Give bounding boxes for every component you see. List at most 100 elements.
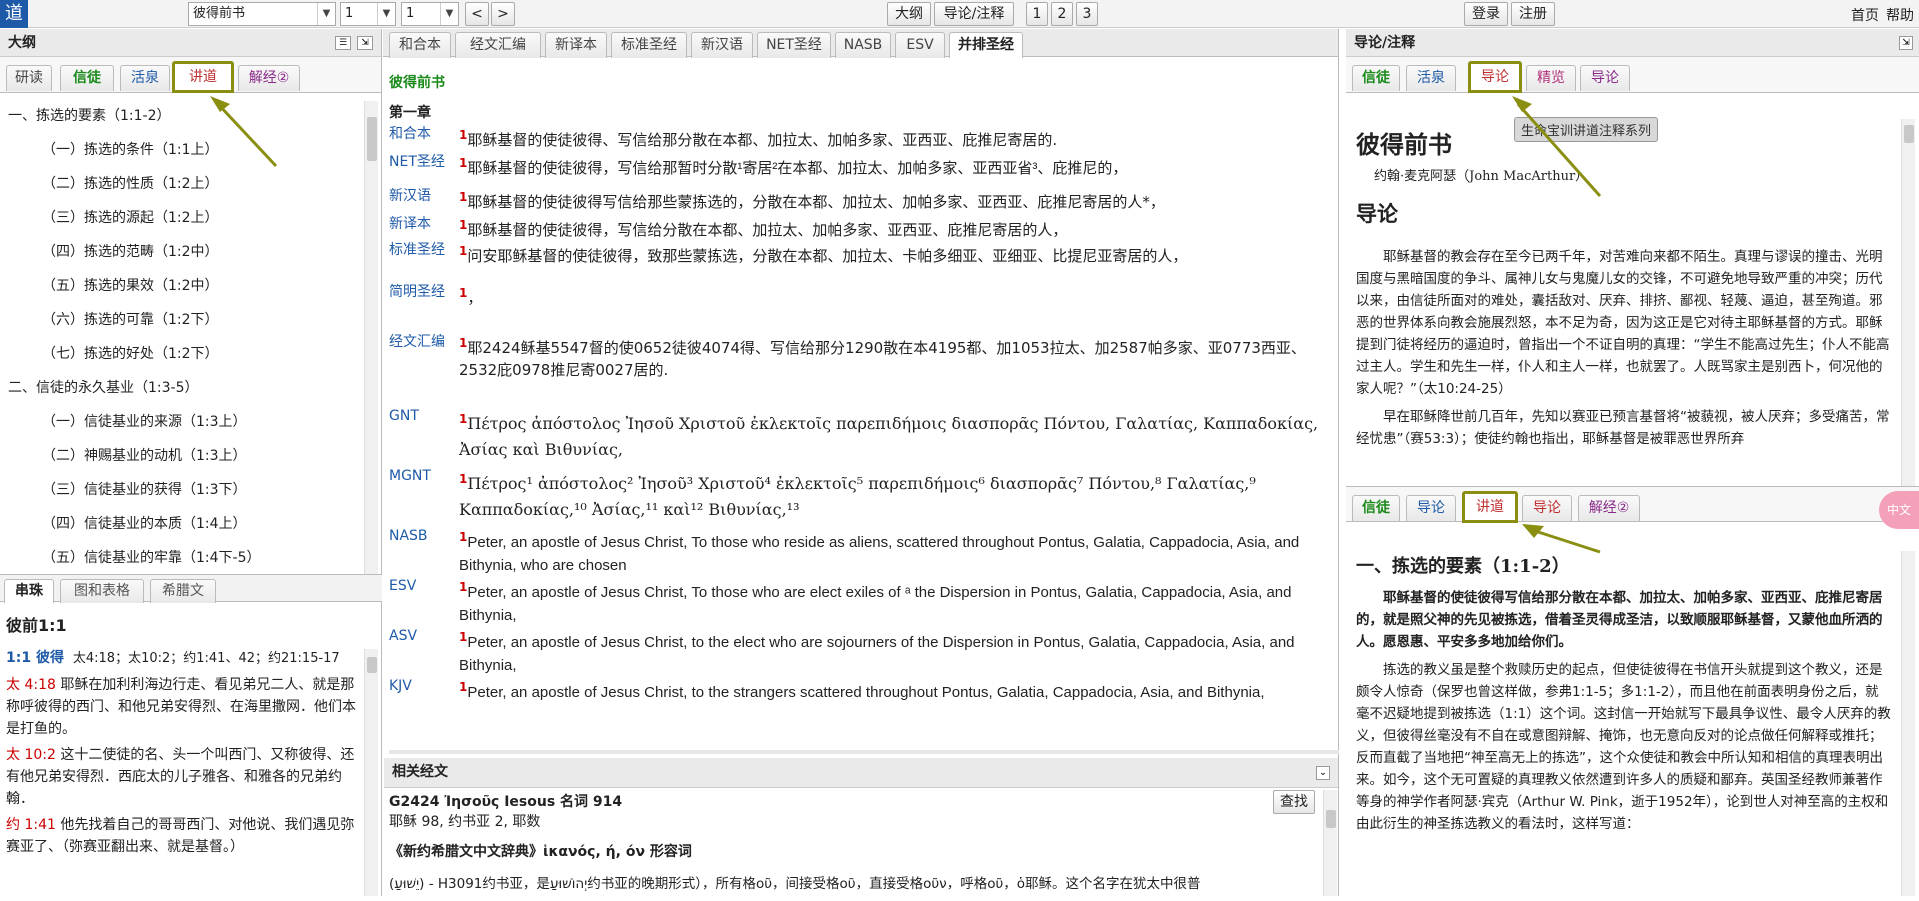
cross-ref-link[interactable]: 约 1:41 bbox=[6, 817, 56, 833]
outline-item[interactable]: （一）信徒基业的来源（1:3上） bbox=[8, 405, 381, 439]
tab-version[interactable]: NET圣经 bbox=[757, 32, 831, 58]
search-button[interactable]: 查找 bbox=[1273, 790, 1315, 814]
version-label[interactable]: 新汉语 bbox=[389, 186, 445, 206]
tab-charts[interactable]: 图和表格 bbox=[60, 579, 144, 603]
version-label[interactable]: KJV bbox=[389, 676, 445, 696]
version-label[interactable]: MGNT bbox=[389, 466, 445, 486]
cross-ref-scrollbar[interactable] bbox=[364, 649, 378, 896]
tab-intro[interactable]: 导论 bbox=[1468, 61, 1522, 93]
version-label[interactable]: ESV bbox=[389, 576, 445, 596]
help-link[interactable]: 帮助 bbox=[1886, 5, 1914, 25]
tab-greek[interactable]: 希腊文 bbox=[150, 579, 216, 603]
outline-scrollbar[interactable] bbox=[364, 101, 378, 601]
tab-sermon[interactable]: 讲道 bbox=[1462, 491, 1518, 523]
outline-item[interactable]: （三）信徒基业的获得（1:3下） bbox=[8, 473, 381, 507]
tab-version[interactable]: NASB bbox=[835, 32, 891, 58]
tab-intro-2[interactable]: 导论 bbox=[1522, 495, 1572, 521]
prev-button[interactable]: < bbox=[465, 2, 489, 26]
column-3-button[interactable]: 3 bbox=[1076, 2, 1098, 26]
outline-item[interactable]: 二、信徒的永久基业（1:3-5） bbox=[8, 371, 381, 405]
tab-cross-ref[interactable]: 串珠 bbox=[4, 579, 54, 603]
column-2-button[interactable]: 2 bbox=[1051, 2, 1073, 26]
version-label[interactable]: NASB bbox=[389, 526, 445, 546]
tab-study[interactable]: 研读 bbox=[6, 65, 52, 91]
home-link[interactable]: 首页 bbox=[1851, 5, 1879, 25]
version-label[interactable]: GNT bbox=[389, 406, 445, 426]
next-button[interactable]: > bbox=[491, 2, 515, 26]
version-label[interactable]: 简明圣经 bbox=[389, 282, 445, 302]
verse-select[interactable]: 1 ▼ bbox=[401, 2, 459, 26]
related-header: 相关经文 ⌄ bbox=[384, 758, 1338, 788]
tab-believer[interactable]: 信徒 bbox=[1352, 65, 1400, 91]
tab-version[interactable]: 新译本 bbox=[545, 32, 607, 58]
outline-item[interactable]: （五）信徒基业的牢靠（1:4下-5） bbox=[8, 541, 381, 575]
verse-body: Peter, an apostle of Jesus Christ, to th… bbox=[467, 684, 1265, 701]
outline-item[interactable]: （六）拣选的可靠（1:2下） bbox=[8, 303, 381, 337]
version-label[interactable]: 标准圣经 bbox=[389, 240, 445, 260]
tab-sermon[interactable]: 讲道 bbox=[172, 61, 234, 93]
tab-exegesis[interactable]: 解经② bbox=[238, 65, 300, 91]
app-logo[interactable]: 道 bbox=[0, 0, 28, 28]
version-label[interactable]: 经文汇编 bbox=[389, 332, 445, 352]
outline-item[interactable]: （七）拣选的好处（1:2下） bbox=[8, 337, 381, 371]
intro-paragraph: 早在耶稣降世前几百年，先知以赛亚已预言基督将“被藐视，被人厌弃；多受痛苦，常经忧… bbox=[1356, 409, 1890, 447]
version-label[interactable]: 新译本 bbox=[389, 214, 445, 234]
collapse-icon[interactable]: ⌄ bbox=[1316, 766, 1330, 780]
version-label[interactable]: 和合本 bbox=[389, 124, 445, 144]
tab-exegesis[interactable]: 解经② bbox=[1578, 495, 1640, 521]
outline-item[interactable]: （五）拣选的果效（1:2中） bbox=[8, 269, 381, 303]
bible-version-tabs: 和合本 经文汇编 新译本 标准圣经 新汉语 NET圣经 NASB ESV 并排圣经 bbox=[383, 29, 1338, 58]
tab-spring[interactable]: 活泉 bbox=[120, 65, 170, 91]
outline-item[interactable]: （四）拣选的范畴（1:2中） bbox=[8, 235, 381, 269]
collapse-icon[interactable]: ⇲ bbox=[1899, 36, 1913, 50]
register-button[interactable]: 注册 bbox=[1511, 2, 1555, 26]
tab-intro[interactable]: 导论 bbox=[1406, 495, 1456, 521]
outline-item[interactable]: 一、拣选的要素（1:1-2） bbox=[8, 99, 381, 133]
dict-title: 《新约希腊文中文辞典》ἱκανός, ή, όν 形容词 bbox=[389, 844, 692, 860]
verse-body: Πέτρος¹ ἀπόστολος² Ἰησοῦ³ Χριστοῦ⁴ ἐκλεκ… bbox=[459, 474, 1256, 519]
tab-version[interactable]: ESV bbox=[895, 32, 945, 58]
cross-ref-head-list[interactable]: 太4:18；太10:2；约1:41、42；约21:15-17 bbox=[73, 651, 340, 666]
verse-body: 耶2424稣基5547督的使0652徒彼4074得、写信给那分1290散在本41… bbox=[459, 339, 1306, 379]
doc-author: 约翰·麦克阿瑟（John MacArthur） bbox=[1374, 169, 1589, 184]
chapter-select[interactable]: 1 ▼ bbox=[340, 2, 396, 26]
column-1-button[interactable]: 1 bbox=[1026, 2, 1048, 26]
book-select[interactable]: 彼得前书 ▼ bbox=[188, 2, 336, 26]
tab-version[interactable]: 和合本 bbox=[389, 32, 451, 58]
cross-ref-head: 1:1 彼得 bbox=[6, 650, 64, 666]
verse-text: 1耶稣基督的使徒彼得，写信给那暂时分散¹寄居²在本都、加拉太、加帕多家、亚西亚省… bbox=[459, 152, 1339, 180]
tab-intro-2[interactable]: 导论 bbox=[1580, 65, 1630, 91]
float-translate-button[interactable]: 中文 bbox=[1879, 491, 1919, 529]
tab-version[interactable]: 经文汇编 bbox=[455, 32, 541, 58]
related-scrollbar[interactable] bbox=[1323, 790, 1337, 896]
intro-scrollbar[interactable] bbox=[1901, 119, 1915, 509]
outline-item[interactable]: （三）拣选的源起（1:2上） bbox=[8, 201, 381, 235]
tab-believer[interactable]: 信徒 bbox=[1352, 495, 1400, 521]
outline-item[interactable]: （一）拣选的条件（1:1上） bbox=[8, 133, 381, 167]
list-icon[interactable]: ☰ bbox=[335, 36, 351, 50]
tab-version[interactable]: 并排圣经 bbox=[949, 32, 1023, 58]
outline-item[interactable]: （四）信徒基业的本质（1:4上） bbox=[8, 507, 381, 541]
cross-ref-link[interactable]: 太 10:2 bbox=[6, 747, 56, 763]
version-label[interactable]: NET圣经 bbox=[389, 152, 445, 172]
login-button[interactable]: 登录 bbox=[1464, 2, 1508, 26]
cross-ref-item: 约 1:41 他先找着自己的哥哥西门、对他说、我们遇见弥赛亚了、（弥赛亚翻出来、… bbox=[6, 814, 358, 858]
outline-item[interactable]: （二）拣选的性质（1:2上） bbox=[8, 167, 381, 201]
outline-button[interactable]: 大纲 bbox=[887, 2, 931, 26]
verse-text: 1耶稣基督的使徒彼得，写信给分散在本都、加拉太、加帕多家、亚西亚、庇推尼寄居的人… bbox=[459, 214, 1339, 241]
notes-button[interactable]: 导论/注释 bbox=[934, 2, 1014, 26]
tab-believer[interactable]: 信徒 bbox=[60, 65, 114, 91]
version-label[interactable]: ASV bbox=[389, 626, 445, 646]
tab-version[interactable]: 新汉语 bbox=[691, 32, 753, 58]
sermon-scrollbar[interactable] bbox=[1901, 551, 1915, 896]
tab-digest[interactable]: 精览 bbox=[1526, 65, 1576, 91]
notes-tabs: 信徒 活泉 导论 精览 导论 bbox=[1346, 57, 1919, 93]
splitter[interactable] bbox=[389, 750, 1339, 754]
cross-ref-link[interactable]: 太 4:18 bbox=[6, 677, 56, 693]
intro-paragraph: 耶稣基督的教会存在至今已两千年，对苦难向来都不陌生。真理与谬误的撞击、光明国度与… bbox=[1356, 249, 1890, 397]
outline-item[interactable]: （二）神赐基业的动机（1:3上） bbox=[8, 439, 381, 473]
tab-version[interactable]: 标准圣经 bbox=[611, 32, 687, 58]
collapse-icon[interactable]: ⇲ bbox=[357, 36, 373, 50]
tab-spring[interactable]: 活泉 bbox=[1406, 65, 1456, 91]
verse-body: 耶稣基督的使徒彼得，写信给那暂时分散¹寄居²在本都、加拉太、加帕多家、亚西亚省³… bbox=[467, 160, 1128, 177]
